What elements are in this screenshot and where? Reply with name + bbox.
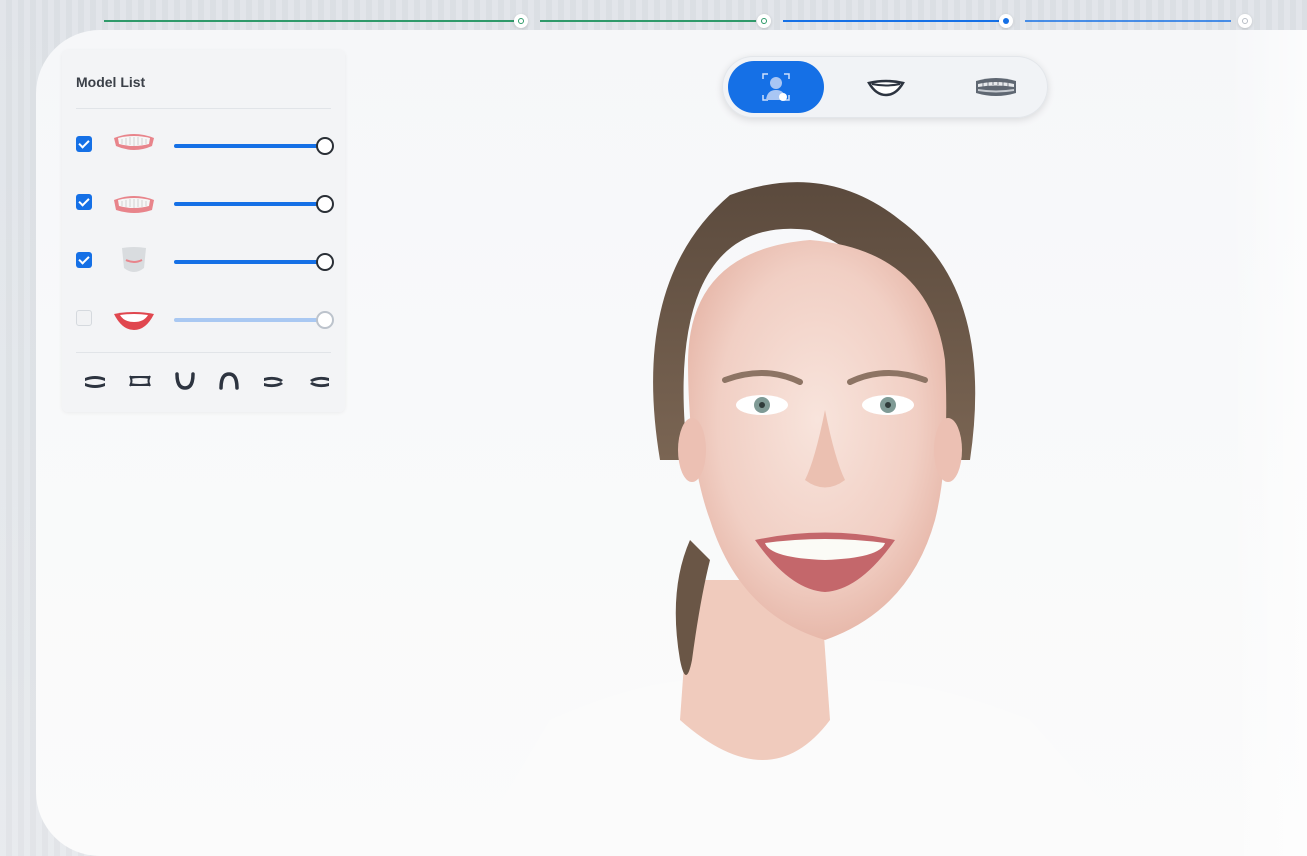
divider xyxy=(76,352,331,353)
model-opacity-slider[interactable] xyxy=(174,311,334,329)
model-list-title: Model List xyxy=(76,74,146,90)
step-2-node[interactable] xyxy=(757,14,771,28)
lower-arch-view-icon[interactable] xyxy=(172,370,198,392)
slider-handle[interactable] xyxy=(316,195,334,213)
model-visibility-checkbox[interactable] xyxy=(76,194,92,210)
slider-handle[interactable] xyxy=(316,253,334,271)
slider-handle[interactable] xyxy=(316,311,334,329)
model-list-item xyxy=(76,304,336,334)
stepper-line-active xyxy=(783,20,999,22)
occlusal-view-icon[interactable] xyxy=(82,370,108,392)
stepper-line-todo xyxy=(1025,20,1231,22)
face-scan-mode-button[interactable] xyxy=(728,61,824,113)
lower-jaw-model-icon xyxy=(114,196,154,213)
lower-jaw-base-model-icon xyxy=(122,247,146,272)
upper-jaw-model-icon xyxy=(114,134,154,150)
model-visibility-checkbox[interactable] xyxy=(76,136,92,152)
front-view-icon[interactable] xyxy=(127,370,153,392)
step-3-node[interactable] xyxy=(999,14,1013,28)
smile-mouth-icon xyxy=(867,79,905,97)
teeth-mode-button[interactable] xyxy=(948,61,1044,113)
model-visibility-checkbox[interactable] xyxy=(76,252,92,268)
view-direction-toolbar xyxy=(82,370,332,392)
divider xyxy=(76,108,331,109)
right-view-icon[interactable] xyxy=(306,370,332,392)
stepper-line-done xyxy=(540,20,756,22)
teeth-arch-icon xyxy=(976,78,1016,96)
upper-arch-view-icon[interactable] xyxy=(216,370,242,392)
display-mode-switcher xyxy=(722,56,1048,118)
model-opacity-slider[interactable] xyxy=(174,253,334,271)
model-list-item xyxy=(76,188,336,218)
model-list-item xyxy=(76,246,336,276)
step-4-node[interactable] xyxy=(1238,14,1252,28)
model-opacity-slider[interactable] xyxy=(174,195,334,213)
slider-handle[interactable] xyxy=(316,137,334,155)
left-view-icon[interactable] xyxy=(261,370,287,392)
smile-lips-icon xyxy=(114,312,154,330)
stepper-line-done xyxy=(104,20,514,22)
smile-mode-button[interactable] xyxy=(838,61,934,113)
model-list-panel: Model List xyxy=(62,50,345,412)
model-opacity-slider[interactable] xyxy=(174,137,334,155)
step-1-node[interactable] xyxy=(514,14,528,28)
model-visibility-checkbox[interactable] xyxy=(76,310,92,326)
face-scan-model xyxy=(470,182,1150,856)
face-scan-icon xyxy=(762,73,790,101)
model-list-item xyxy=(76,130,336,160)
